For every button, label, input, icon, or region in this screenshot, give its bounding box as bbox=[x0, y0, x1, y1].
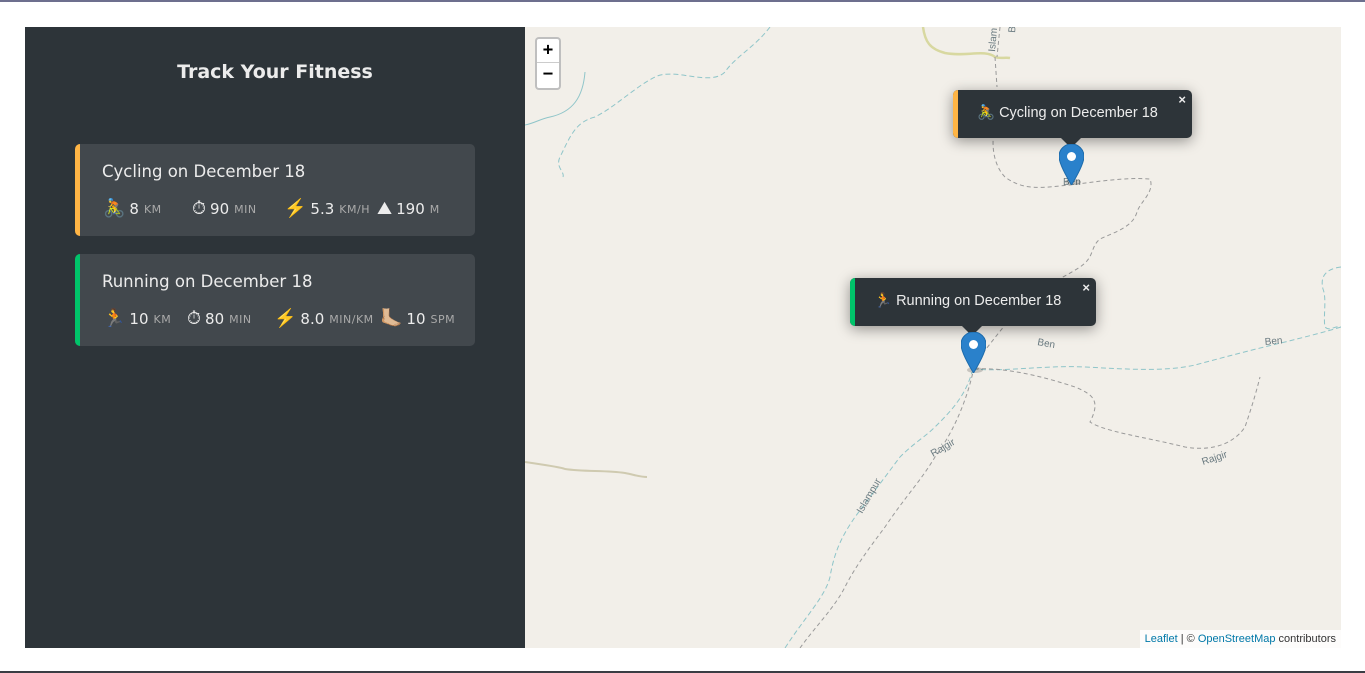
workout-detail-duration: ⏱ 90 min bbox=[192, 198, 257, 220]
workout-accent-bar bbox=[75, 144, 80, 236]
zoom-out-button[interactable]: − bbox=[537, 63, 559, 87]
map[interactable]: Ben Ben Ben Rajgir Rajgir Islampur Islam… bbox=[525, 27, 1341, 648]
foot-icon: 🦶🏼 bbox=[380, 308, 403, 329]
map-label-ben: Ben bbox=[1264, 335, 1283, 348]
popup-text: 🚴 Cycling on December 18 bbox=[977, 105, 1158, 121]
duration-unit: min bbox=[234, 202, 257, 216]
workout-title: Running on December 18 bbox=[102, 272, 313, 291]
map-marker-pin-icon[interactable] bbox=[961, 332, 986, 373]
map-tiles: Ben Ben Ben Rajgir Rajgir Islampur Islam… bbox=[525, 27, 1341, 648]
duration-unit: min bbox=[229, 312, 252, 326]
popup-accent-bar bbox=[850, 278, 855, 326]
duration-value: 90 bbox=[210, 200, 230, 218]
workout-detail-cadence: 🦶🏼 10 spm bbox=[380, 308, 455, 330]
workout-accent-bar bbox=[75, 254, 80, 346]
workout-detail-elevation: ⛰ 190 m bbox=[377, 198, 440, 220]
map-label-ben: Ben bbox=[1036, 337, 1055, 351]
zoom-in-button[interactable]: + bbox=[537, 39, 559, 63]
workout-title: Cycling on December 18 bbox=[102, 162, 306, 181]
stopwatch-icon: ⏱ bbox=[192, 198, 207, 219]
workout-card-running[interactable]: Running on December 18 🏃 10 km ⏱ 80 min … bbox=[75, 254, 475, 346]
map-label-rajgir: Rajgir bbox=[1201, 449, 1230, 468]
attribution-separator: | © bbox=[1177, 633, 1198, 645]
top-border bbox=[0, 0, 1365, 2]
workout-card-cycling[interactable]: Cycling on December 18 🚴 8 km ⏱ 90 min ⚡… bbox=[75, 144, 475, 236]
elevation-unit: m bbox=[429, 202, 440, 216]
popup-close-button[interactable]: × bbox=[1082, 280, 1090, 295]
speed-value: 5.3 bbox=[310, 200, 335, 218]
elevation-value: 190 bbox=[396, 200, 425, 218]
cadence-unit: spm bbox=[430, 312, 456, 326]
zoom-control: + − bbox=[535, 37, 561, 90]
attribution-suffix: contributors bbox=[1275, 633, 1336, 645]
sidebar: Track Your Fitness Cycling on December 1… bbox=[25, 27, 525, 648]
workout-detail-speed: ⚡️ 5.3 km/h bbox=[284, 198, 370, 220]
distance-value: 10 bbox=[129, 310, 149, 328]
lightning-icon: ⚡️ bbox=[274, 308, 297, 329]
map-label-b: B bbox=[1007, 27, 1019, 33]
workout-detail-pace: ⚡️ 8.0 min/km bbox=[274, 308, 374, 330]
workout-detail-distance: 🏃 10 km bbox=[103, 308, 171, 330]
popup-text: 🏃 Running on December 18 bbox=[874, 293, 1062, 309]
page-title: Track Your Fitness bbox=[177, 61, 373, 83]
pace-unit: min/km bbox=[329, 312, 374, 326]
speed-unit: km/h bbox=[339, 202, 370, 216]
map-label-islam: Islam bbox=[987, 27, 1000, 52]
workout-detail-duration: ⏱ 80 min bbox=[187, 308, 252, 330]
pace-value: 8.0 bbox=[300, 310, 325, 328]
cadence-value: 10 bbox=[406, 310, 426, 328]
popup-close-button[interactable]: × bbox=[1178, 92, 1186, 107]
openstreetmap-link[interactable]: OpenStreetMap bbox=[1198, 633, 1276, 645]
lightning-icon: ⚡️ bbox=[284, 198, 307, 219]
runner-icon: 🏃 bbox=[103, 308, 126, 329]
popup-cycling: 🚴 Cycling on December 18 × bbox=[953, 90, 1192, 148]
stopwatch-icon: ⏱ bbox=[187, 308, 202, 329]
distance-unit: km bbox=[153, 312, 172, 326]
map-label-islampur: Islampur bbox=[855, 476, 884, 515]
map-marker-pin-icon[interactable] bbox=[1059, 144, 1084, 185]
map-attribution: Leaflet | © OpenStreetMap contributors bbox=[1139, 630, 1341, 648]
popup-accent-bar bbox=[953, 90, 958, 138]
distance-unit: km bbox=[143, 202, 162, 216]
duration-value: 80 bbox=[205, 310, 225, 328]
leaflet-link[interactable]: Leaflet bbox=[1145, 633, 1178, 645]
distance-value: 8 bbox=[129, 200, 139, 218]
cyclist-icon: 🚴 bbox=[103, 198, 126, 219]
mountain-icon: ⛰ bbox=[377, 198, 393, 219]
popup-running: 🏃 Running on December 18 × bbox=[850, 278, 1096, 336]
workout-detail-distance: 🚴 8 km bbox=[103, 198, 162, 220]
map-label-rajgir: Rajgir bbox=[929, 437, 958, 460]
